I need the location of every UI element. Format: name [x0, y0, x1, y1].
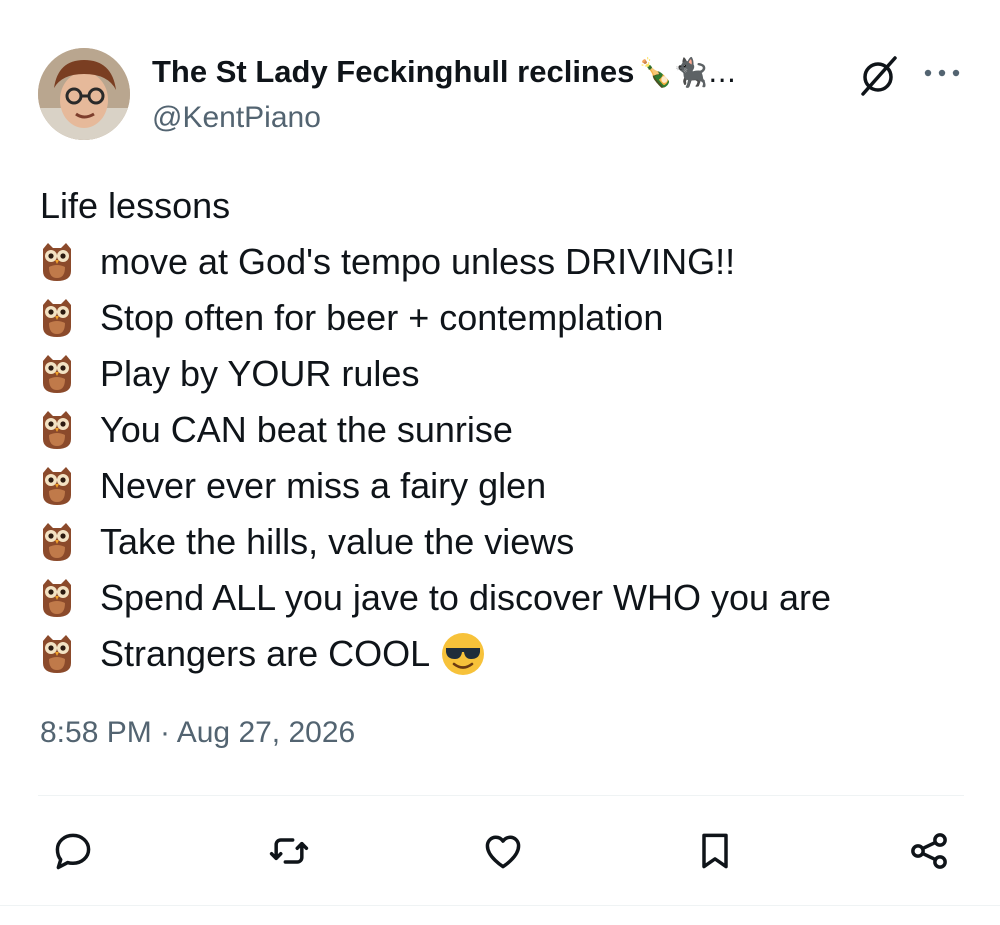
list-item-text: move at God's tempo unless DRIVING!!: [100, 241, 736, 282]
owl-icon: [43, 411, 71, 449]
list-item-text: Take the hills, value the views: [100, 521, 575, 562]
repost-icon: [269, 838, 309, 864]
list-item-text: You CAN beat the sunrise: [100, 409, 513, 450]
reply-button[interactable]: [48, 826, 98, 876]
author-name[interactable]: The St Lady Feckinghull reclines 🍾🐈‍⬛…: [152, 54, 736, 90]
list-item: Stop often for beer + contemplation: [40, 290, 970, 346]
owl-icon: [43, 355, 71, 393]
list-item: Strangers are COOL: [40, 626, 970, 682]
repost-button[interactable]: [264, 826, 314, 876]
tweet-timestamp[interactable]: 8:58 PM · Aug 27, 2026: [40, 716, 355, 750]
bookmark-icon: [702, 833, 728, 869]
grok-icon[interactable]: [855, 52, 901, 98]
like-icon: [485, 835, 521, 869]
action-bar: [0, 820, 1000, 884]
avatar[interactable]: [38, 48, 130, 140]
list-item-text: Strangers are COOL: [100, 633, 431, 674]
owl-icon: [43, 467, 71, 505]
list-item-text: Spend ALL you jave to discover WHO you a…: [100, 577, 832, 618]
share-icon: [911, 833, 947, 869]
list-item: Never ever miss a fairy glen: [40, 458, 970, 514]
share-button[interactable]: [904, 826, 954, 876]
list-item: move at God's tempo unless DRIVING!!: [40, 234, 970, 290]
display-name[interactable]: The St Lady Feckinghull reclines: [152, 54, 634, 90]
reply-icon: [55, 833, 91, 870]
list-item-text: Play by YOUR rules: [100, 353, 420, 394]
owl-icon: [43, 635, 71, 673]
list-item: Spend ALL you jave to discover WHO you a…: [40, 570, 970, 626]
tweet-text: Life lessons move at God's tempo unless …: [40, 178, 970, 682]
owl-icon: [43, 523, 71, 561]
bookmark-button[interactable]: [690, 826, 740, 876]
list-item: You CAN beat the sunrise: [40, 402, 970, 458]
list-item-text: Never ever miss a fairy glen: [100, 465, 547, 506]
name-emojis: 🍾🐈‍⬛…: [638, 55, 737, 89]
author-handle[interactable]: @KentPiano: [152, 101, 321, 135]
bottom-divider: [0, 905, 1000, 906]
list-item: Play by YOUR rules: [40, 346, 970, 402]
owl-icon: [43, 579, 71, 617]
tweet-intro: Life lessons: [40, 185, 231, 226]
more-options-icon[interactable]: [920, 58, 964, 88]
like-button[interactable]: [478, 826, 528, 876]
sunglasses-face-icon: [442, 633, 485, 675]
list-item: Take the hills, value the views: [40, 514, 970, 570]
list-item-text: Stop often for beer + contemplation: [100, 297, 664, 338]
divider: [38, 795, 964, 796]
owl-icon: [43, 243, 71, 281]
owl-icon: [43, 299, 71, 337]
